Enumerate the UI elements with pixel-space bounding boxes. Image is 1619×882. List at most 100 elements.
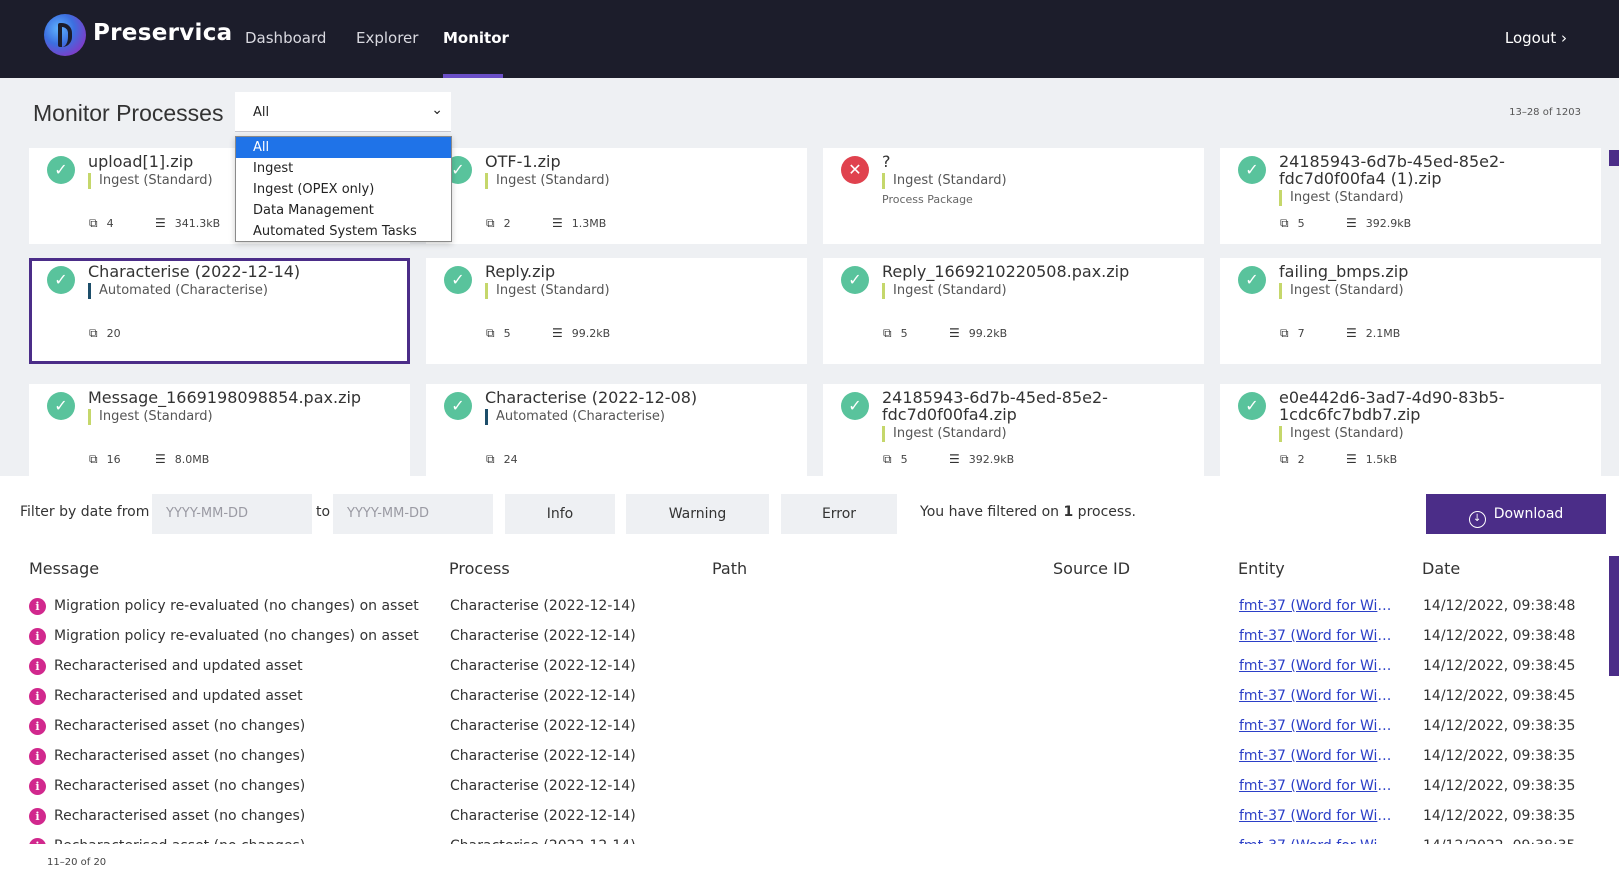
scrollbar[interactable] [1609, 150, 1619, 166]
process-subtitle: Process Package [882, 193, 973, 206]
process-card[interactable]: ✓ Reply_1669210220508.pax.zip Ingest (Stan… [823, 258, 1204, 364]
dropdown-option-automated-system-tasks[interactable]: Automated System Tasks [236, 221, 451, 242]
package-size: ☰ 8.0MB [155, 452, 210, 466]
dropdown-option-data-management[interactable]: Data Management [236, 200, 451, 221]
file-count: ⧉ 24 [486, 452, 518, 466]
process-card[interactable]: ✓ Message_1669198098854.pax.zip Ingest (St… [29, 384, 410, 476]
database-icon: ☰ [949, 452, 960, 466]
table-row[interactable]: i Recharacterised and updated asset Charac… [0, 658, 1600, 688]
check-circle-icon: ✓ [444, 266, 472, 294]
process-type: Ingest (Standard) [882, 283, 1007, 299]
column-header-process[interactable]: Process [449, 559, 510, 578]
file-count: ⧉ 2 [1280, 452, 1305, 466]
date-cell: 14/12/2022, 09:38:35 [1423, 748, 1576, 764]
info-filter-button[interactable]: Info [505, 494, 615, 534]
process-name: Message_1669198098854.pax.zip [88, 388, 362, 407]
process-card[interactable]: ✓ e0e442d6-3ad7-4d90-83b5-1cdc6fc7bdb7.zi… [1220, 384, 1601, 476]
table-row[interactable]: i Recharacterised and updated asset Charac… [0, 688, 1600, 718]
entity-link[interactable]: fmt-37 (Word for Windows) [1239, 688, 1393, 704]
process-type-select[interactable]: All ⌄ [235, 92, 451, 132]
table-row[interactable]: i Recharacterised asset (no changes) Chara… [0, 718, 1600, 748]
database-icon: ☰ [1346, 452, 1357, 466]
entity-link[interactable]: fmt-37 (Word for Windows) [1239, 778, 1393, 794]
column-header-entity[interactable]: Entity [1238, 559, 1285, 578]
process-card[interactable]: ✓ OTF-1.zip Ingest (Standard) ⧉ 2 ☰ 1.3MB [426, 148, 807, 244]
process-name: Characterise (2022-12-08) [485, 388, 698, 407]
process-cell: Characterise (2022-12-14) [450, 628, 636, 644]
process-card[interactable]: ✓ 24185943-6d7b-45ed-85e2-fdc7d0f00fa4 (1… [1220, 148, 1601, 244]
check-circle-icon: ✓ [47, 156, 75, 184]
package-size: ☰ 1.5kB [1346, 452, 1398, 466]
check-circle-icon: ✓ [47, 266, 75, 294]
process-card[interactable]: ✕? Ingest (Standard) Process Package [823, 148, 1204, 244]
process-cell: Characterise (2022-12-14) [450, 808, 636, 824]
file-count: ⧉ 20 [89, 326, 121, 340]
nav-explorer[interactable]: Explorer [356, 29, 418, 47]
entity-link[interactable]: fmt-37 (Word for Windows) [1239, 748, 1393, 764]
entity-link[interactable]: fmt-37 (Word for Windows) [1239, 718, 1393, 734]
message-cell: Migration policy re-evaluated (no change… [54, 628, 419, 644]
process-card[interactable]: ✓ Characterise (2022-12-14) Automated (Cha… [29, 258, 410, 364]
column-header-source-id[interactable]: Source ID [1053, 559, 1130, 578]
process-name: 24185943-6d7b-45ed-85e2-fdc7d0f00fa4 (1)… [1279, 152, 1505, 188]
message-cell: Migration policy re-evaluated (no change… [54, 598, 419, 614]
process-card[interactable]: ✓ Reply.zip Ingest (Standard) ⧉ 5 ☰ 99.2kB [426, 258, 807, 364]
database-icon: ☰ [155, 452, 166, 466]
info-icon: i [29, 718, 46, 735]
entity-link[interactable]: fmt-37 (Word for Windows) [1239, 808, 1393, 824]
dropdown-option-ingest[interactable]: Ingest [236, 158, 451, 179]
info-icon: i [29, 778, 46, 795]
date-from-input[interactable]: YYYY-MM-DD [152, 494, 312, 534]
table-row[interactable]: i Recharacterised asset (no changes) Chara… [0, 838, 1600, 844]
file-count: ⧉ 2 [486, 216, 511, 230]
preservica-logo-icon[interactable] [44, 14, 86, 56]
nav-dashboard[interactable]: Dashboard [245, 29, 326, 47]
table-row[interactable]: i Recharacterised asset (no changes) Chara… [0, 748, 1600, 778]
package-size: ☰ 99.2kB [552, 326, 611, 340]
nav-monitor[interactable]: Monitor [443, 29, 509, 47]
process-card[interactable]: ✓ failing_bmps.zip Ingest (Standard) ⧉ 7 ☰ 2.1… [1220, 258, 1601, 364]
table-row[interactable]: i Migration policy re-evaluated (no chang… [0, 628, 1600, 658]
process-cell: Characterise (2022-12-14) [450, 688, 636, 704]
column-header-date[interactable]: Date [1422, 559, 1460, 578]
column-header-message[interactable]: Message [29, 559, 99, 578]
database-icon: ☰ [949, 326, 960, 340]
brand-name[interactable]: Preservica [93, 20, 232, 46]
message-cell: Recharacterised asset (no changes) [54, 838, 305, 844]
package-size: ☰ 2.1MB [1346, 326, 1401, 340]
process-type: Ingest (Standard) [485, 173, 610, 189]
process-type: Ingest (Standard) [882, 426, 1007, 442]
error-filter-button[interactable]: Error [781, 494, 897, 534]
files-icon: ⧉ [89, 452, 98, 466]
process-card[interactable]: ✓ Characterise (2022-12-08) Automated (Cha… [426, 384, 807, 476]
process-cell: Characterise (2022-12-14) [450, 778, 636, 794]
info-icon: i [29, 658, 46, 675]
package-size: ☰ 392.9kB [949, 452, 1015, 466]
table-row[interactable]: i Recharacterised asset (no changes) Chara… [0, 778, 1600, 808]
message-cell: Recharacterised asset (no changes) [54, 808, 306, 824]
dropdown-option-all[interactable]: All [236, 137, 451, 158]
select-value: All [253, 105, 270, 120]
entity-link[interactable]: fmt-37 (Word for Windows) [1239, 628, 1393, 644]
process-name: Reply.zip [485, 262, 556, 281]
download-button[interactable]: ↓ Download [1426, 494, 1606, 534]
table-row[interactable]: i Recharacterised asset (no changes) Chara… [0, 808, 1600, 838]
table-scrollbar[interactable] [1609, 556, 1619, 676]
dropdown-option-ingest-opex[interactable]: Ingest (OPEX only) [236, 179, 451, 200]
process-type: Ingest (Standard) [88, 173, 213, 189]
process-card[interactable]: ✓ 24185943-6d7b-45ed-85e2-fdc7d0f00fa4.zi… [823, 384, 1204, 476]
process-cell: Characterise (2022-12-14) [450, 658, 636, 674]
logout-link[interactable]: Logout › [1505, 29, 1567, 47]
entity-link[interactable]: fmt-37 (Word for Windows) [1239, 598, 1393, 614]
process-name: failing_bmps.zip [1279, 262, 1409, 281]
info-icon: i [29, 838, 46, 844]
date-cell: 14/12/2022, 09:38:35 [1423, 838, 1575, 844]
column-header-path[interactable]: Path [712, 559, 747, 578]
date-to-input[interactable]: YYYY-MM-DD [333, 494, 493, 534]
entity-link[interactable]: fmt-37 (Word for Windows) [1239, 838, 1393, 844]
table-row[interactable]: i Migration policy re-evaluated (no chang… [0, 598, 1600, 628]
info-icon: i [29, 598, 46, 615]
warning-filter-button[interactable]: Warning [626, 494, 769, 534]
files-icon: ⧉ [89, 216, 98, 230]
entity-link[interactable]: fmt-37 (Word for Windows) [1239, 658, 1393, 674]
